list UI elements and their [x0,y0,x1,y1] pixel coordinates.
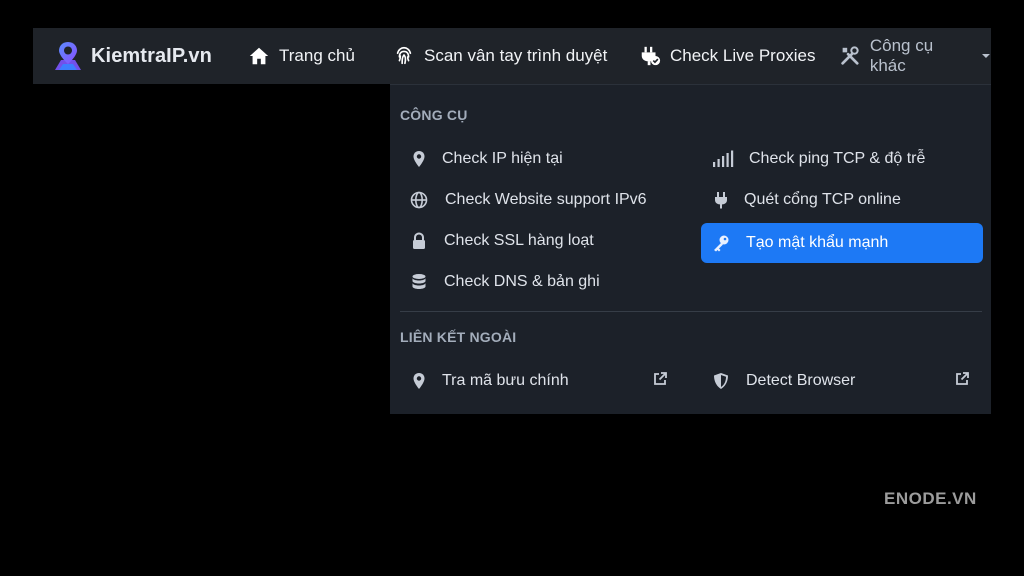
plug-check-icon [641,46,661,66]
external-link-icon[interactable] [954,371,970,387]
menu-item-label: Tạo mật khẩu mạnh [746,234,889,251]
brand-name: KiemtraIP.vn [91,44,212,67]
nav-home[interactable]: Trang chủ [248,28,355,84]
nav-fingerprint-label: Scan vân tay trình duyệt [424,46,608,65]
tools-icon [841,46,859,65]
menu-item-label: Check ping TCP & độ trễ [749,150,926,167]
menu-item-check-dns[interactable]: Check DNS & bản ghi [410,262,700,302]
menu-item-port-scan[interactable]: Quét cổng TCP online [712,180,980,220]
nav-more-tools-label: Công cụ khác [869,36,934,75]
external-link-icon[interactable] [652,371,668,387]
globe-icon [410,191,428,209]
menu-item-password-generator[interactable]: Tạo mật khẩu mạnh [701,223,983,263]
lock-icon [413,232,425,249]
menu-item-check-ping[interactable]: Check ping TCP & độ trễ [712,139,980,179]
map-pin-icon [413,151,425,167]
fingerprint-icon [396,46,412,65]
menu-item-check-ipv6[interactable]: Check Website support IPv6 [410,180,710,220]
menu-item-postal-code[interactable]: Tra mã bưu chính [410,361,650,401]
home-icon [249,47,269,65]
plug-icon [715,192,727,209]
menu-item-label: Check Website support IPv6 [445,191,647,208]
menu-item-detect-browser[interactable]: Detect Browser [712,361,932,401]
nav-live-proxies[interactable]: Check Live Proxies [639,28,816,84]
location-logo-icon [55,42,81,70]
menu-item-label: Check DNS & bản ghi [444,273,600,290]
shield-icon [714,373,728,389]
nav-live-proxies-label: Check Live Proxies [670,46,816,65]
brand-link[interactable]: KiemtraIP.vn [53,40,233,72]
nav-more-tools[interactable]: Công cụ khác [839,28,991,84]
page: KiemtraIP.vn Trang chủ Scan vân tay trìn… [0,0,1024,576]
menu-item-label: Detect Browser [746,372,856,389]
signal-bars-icon [713,150,734,167]
menu-divider [400,311,982,312]
map-pin-icon [413,373,425,389]
top-navbar: KiemtraIP.vn Trang chủ Scan vân tay trìn… [33,28,991,84]
nav-home-label: Trang chủ [279,46,355,65]
tools-dropdown-menu: CÔNG CỤ Check IP hiện tại Check Website … [390,84,991,414]
menu-item-label: Tra mã bưu chính [442,372,569,389]
database-icon [412,274,426,289]
watermark: ENODE.VN [884,489,977,508]
tools-section-title: CÔNG CỤ [400,107,468,123]
external-links-section-title: LIÊN KẾT NGOÀI [400,329,517,345]
menu-item-check-ip[interactable]: Check IP hiện tại [410,139,700,179]
menu-item-label: Check IP hiện tại [442,150,563,167]
menu-item-check-ssl[interactable]: Check SSL hàng loạt [410,221,700,261]
menu-item-label: Quét cổng TCP online [744,191,901,208]
chevron-down-icon [982,54,991,58]
key-icon [714,235,729,252]
nav-fingerprint[interactable]: Scan vân tay trình duyệt [393,28,607,84]
menu-item-label: Check SSL hàng loạt [444,232,594,249]
